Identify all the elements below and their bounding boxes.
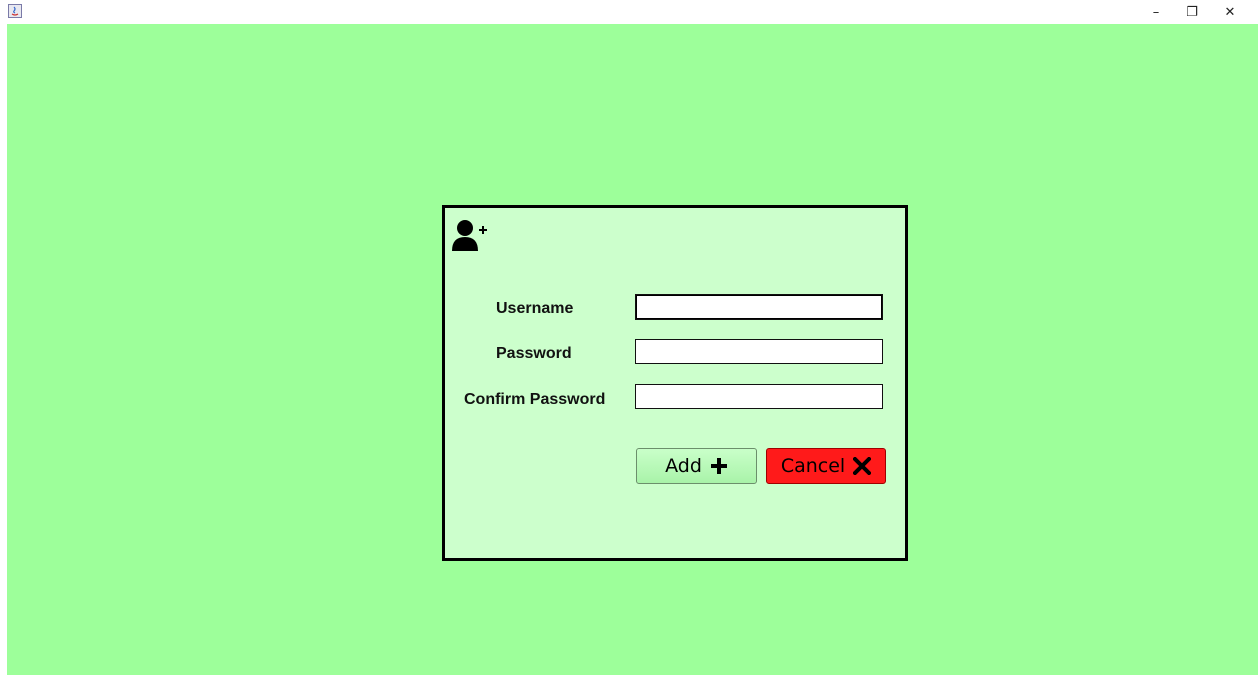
- plus-icon: [710, 458, 727, 474]
- close-button[interactable]: ✕: [1210, 0, 1250, 24]
- java-app-icon: [8, 4, 22, 18]
- user-plus-icon: [452, 220, 487, 251]
- minimize-button[interactable]: –: [1136, 0, 1176, 24]
- username-input[interactable]: [635, 294, 883, 320]
- confirm-password-label: Confirm Password: [464, 391, 606, 408]
- add-user-panel: Username Password Confirm Password Add C…: [442, 205, 908, 561]
- username-label: Username: [496, 300, 574, 317]
- maximize-button[interactable]: ❐: [1172, 0, 1212, 24]
- x-icon: [853, 457, 872, 475]
- cancel-button[interactable]: Cancel: [766, 448, 886, 484]
- add-button[interactable]: Add: [636, 448, 757, 484]
- title-bar: – ❐ ✕: [0, 0, 1258, 24]
- password-input[interactable]: [635, 339, 883, 364]
- add-button-label: Add: [665, 455, 702, 477]
- password-label: Password: [496, 345, 572, 362]
- cancel-button-label: Cancel: [780, 455, 846, 477]
- confirm-password-input[interactable]: [635, 384, 883, 409]
